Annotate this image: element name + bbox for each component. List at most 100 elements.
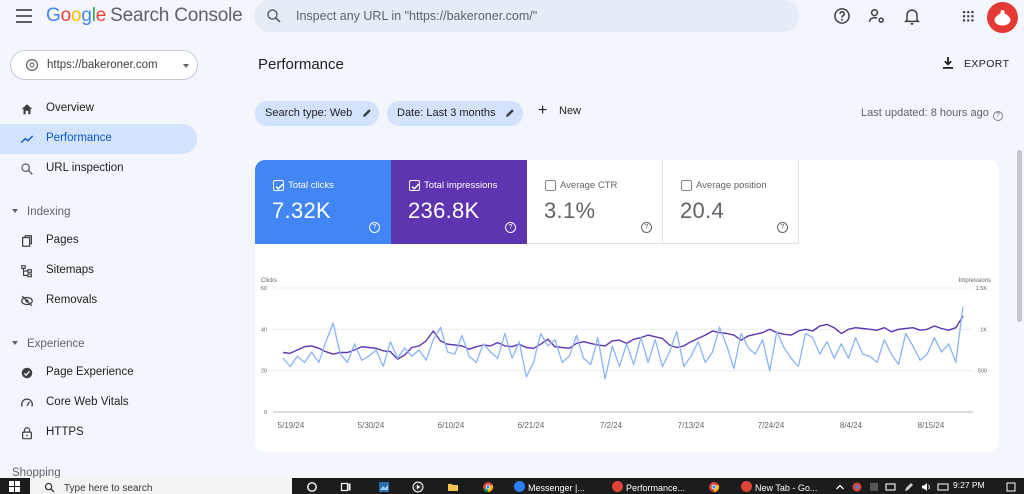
x-tick-label: 7/24/24 — [758, 421, 785, 430]
apps-grid-icon[interactable] — [958, 6, 978, 26]
volume-icon[interactable] — [920, 481, 932, 493]
x-tick-label: 6/21/24 — [518, 421, 545, 430]
chrome-icon — [741, 481, 752, 492]
sidebar-item-https[interactable]: HTTPS — [0, 418, 197, 448]
series-line-impressions — [282, 315, 964, 360]
tray-chrome-icon[interactable] — [851, 481, 863, 493]
search-console-logo[interactable]: Google Search Console — [46, 5, 243, 27]
keyboard-icon[interactable] — [937, 481, 949, 493]
page-title: Performance — [258, 56, 344, 73]
taskbar-app-performance[interactable]: Performance... — [612, 478, 702, 494]
sidebar-item-page-experience[interactable]: Page Experience — [0, 358, 197, 388]
sidebar-item-label: Overview — [46, 102, 94, 114]
search-input[interactable] — [296, 6, 776, 26]
metric-total-impressions[interactable]: Total impressions 236.8K ? — [391, 160, 527, 244]
filter-chip-search-type[interactable]: Search type: Web — [255, 101, 379, 126]
collapse-triangle-icon — [12, 209, 18, 213]
checkbox-unchecked-icon[interactable] — [545, 180, 556, 191]
sidebar-item-performance[interactable]: Performance — [0, 124, 197, 154]
start-button[interactable] — [0, 478, 30, 494]
metric-average-position[interactable]: Average position 20.4 ? — [663, 160, 799, 244]
task-view-icon[interactable] — [340, 481, 352, 493]
apps-grid-dot — [967, 11, 970, 14]
sidebar-item-pages[interactable]: Pages — [0, 226, 197, 256]
photos-app-icon[interactable] — [378, 481, 390, 493]
help-icon[interactable]: ? — [641, 222, 652, 233]
left-tick-label: 20 — [261, 369, 267, 375]
sidebar-item-removals[interactable]: Removals — [0, 286, 197, 316]
apps-grid-dot — [971, 11, 974, 14]
apps-grid-dot — [971, 15, 974, 18]
taskbar-clock[interactable]: 9:27 PM — [953, 480, 985, 490]
chrome-icon[interactable] — [482, 481, 494, 493]
removals-icon — [21, 295, 33, 307]
pen-icon[interactable] — [902, 481, 914, 493]
checkbox-unchecked-icon[interactable] — [681, 180, 692, 191]
sidebar-item-label: URL inspection — [46, 162, 124, 174]
download-icon — [943, 57, 953, 69]
media-player-icon[interactable] — [412, 481, 424, 493]
menu-icon[interactable] — [16, 9, 32, 23]
property-selector[interactable]: https://bakeroner.com — [10, 50, 198, 80]
last-updated-status: Last updated: 8 hours ago? — [861, 107, 1003, 121]
metric-label: Average CTR — [560, 180, 618, 191]
metric-value: 7.32K — [272, 198, 331, 223]
help-icon[interactable]: ? — [777, 222, 788, 233]
help-icon[interactable]: ? — [369, 222, 380, 233]
collapse-triangle-icon — [12, 341, 18, 345]
tray-app-icon[interactable] — [868, 481, 880, 493]
right-tick-label: 500 — [978, 369, 987, 375]
account-settings-icon[interactable] — [867, 6, 887, 26]
help-icon[interactable] — [832, 6, 852, 26]
taskbar-app-messenger[interactable]: Messenger |... — [514, 478, 604, 494]
sidebar-item-url-inspection[interactable]: URL inspection — [0, 154, 197, 184]
taskbar-app-new-tab[interactable]: New Tab - Go... — [741, 478, 829, 494]
url-inspection-search[interactable] — [254, 0, 799, 32]
sidebar-section-shopping[interactable]: Shopping — [0, 467, 90, 479]
apps-grid-dot — [963, 19, 966, 22]
home-icon — [21, 104, 33, 115]
export-label: EXPORT — [964, 58, 1010, 70]
taskbar-search[interactable]: Type here to search — [30, 478, 292, 494]
file-explorer-icon[interactable] — [447, 481, 459, 493]
metric-value: 3.1% — [544, 198, 596, 223]
notifications-icon[interactable] — [902, 6, 922, 26]
performance-line-chart[interactable]: Clicks Impressions 0 20 40 60 500 1K 1.5K 5/19/24… — [255, 260, 999, 442]
sidebar-item-sitemaps[interactable]: Sitemaps — [0, 256, 197, 286]
help-icon[interactable]: ? — [505, 222, 516, 233]
metric-label: Total clicks — [288, 180, 334, 191]
performance-card: Total clicks 7.32K ? Total impressions 2… — [255, 160, 999, 452]
avatar[interactable] — [987, 2, 1018, 33]
taskbar-app-label: New Tab - Go... — [755, 483, 818, 493]
sidebar-item-core-web-vitals[interactable]: Core Web Vitals — [0, 388, 197, 418]
sidebar-section-indexing[interactable]: Indexing — [12, 206, 70, 218]
help-icon[interactable]: ? — [992, 111, 1003, 121]
edit-pencil-icon — [506, 109, 514, 117]
metric-total-clicks[interactable]: Total clicks 7.32K ? — [255, 160, 391, 244]
page-scrollbar[interactable] — [1017, 150, 1022, 322]
x-tick-label: 7/13/24 — [678, 421, 705, 430]
sidebar-section-experience[interactable]: Experience — [12, 338, 85, 350]
checkbox-checked-icon[interactable] — [409, 180, 420, 191]
show-hidden-icons-chevron-icon[interactable] — [834, 481, 846, 493]
filter-chip-date[interactable]: Date: Last 3 months — [387, 101, 523, 126]
checkbox-checked-icon[interactable] — [273, 180, 284, 191]
chip-label: Date: Last 3 months — [397, 107, 496, 119]
left-axis-title: Clicks — [261, 278, 277, 284]
x-tick-label: 8/15/24 — [918, 421, 945, 430]
chrome-icon[interactable] — [708, 481, 720, 493]
chrome-icon — [612, 481, 623, 492]
metric-value: 20.4 — [680, 198, 725, 223]
taskbar-search-placeholder: Type here to search — [64, 483, 153, 494]
metric-average-ctr[interactable]: Average CTR 3.1% ? — [527, 160, 663, 244]
chevron-down-icon — [183, 64, 189, 68]
left-tick-label: 40 — [261, 327, 267, 333]
notifications-center-icon[interactable] — [1005, 481, 1017, 493]
cortana-icon[interactable] — [306, 481, 318, 493]
sidebar-item-label: HTTPS — [46, 426, 84, 438]
x-tick-label: 6/10/24 — [438, 421, 465, 430]
sidebar-item-overview[interactable]: Overview — [0, 94, 197, 124]
google-wordmark: Google — [46, 5, 106, 26]
metric-label: Total impressions — [424, 180, 498, 191]
network-icon[interactable] — [885, 481, 897, 493]
